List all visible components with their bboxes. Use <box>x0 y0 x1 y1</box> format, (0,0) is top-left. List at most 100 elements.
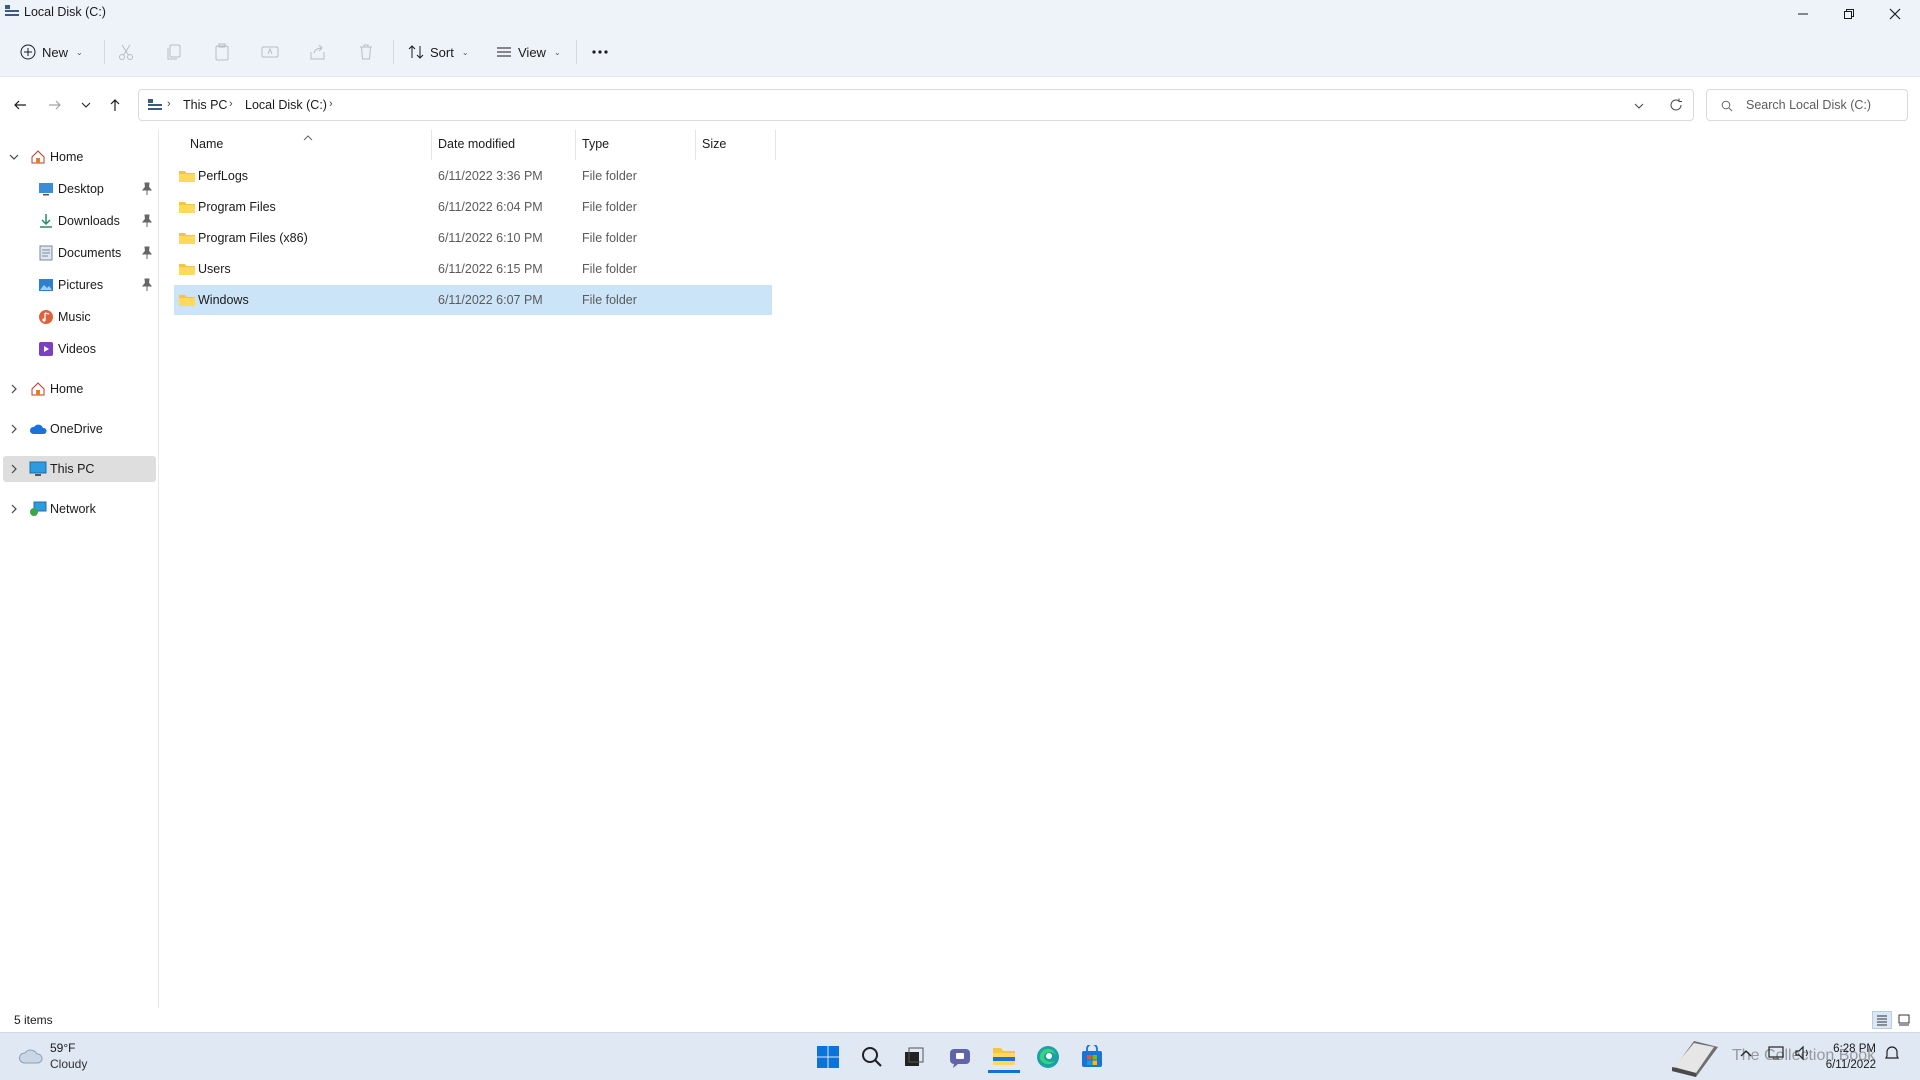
sidebar-item-home[interactable]: Home <box>0 144 156 170</box>
sidebar-item-desktop[interactable]: Desktop <box>0 176 156 202</box>
toolbar-divider <box>393 40 394 64</box>
sidebar-item-onedrive[interactable]: OneDrive <box>0 416 156 442</box>
chevron-down-icon[interactable] <box>8 150 20 164</box>
folder-icon <box>993 1047 1015 1065</box>
table-row[interactable]: Windows 6/11/2022 6:07 PM File folder <box>174 285 772 315</box>
sidebar-item-label: Home <box>50 382 84 396</box>
details-view-icon <box>1877 1015 1887 1026</box>
more-options-button[interactable] <box>590 42 610 62</box>
edge-browser-button[interactable] <box>1032 1041 1064 1073</box>
details-view-button[interactable] <box>1872 1011 1892 1029</box>
share-icon <box>310 44 325 60</box>
sidebar-item-label: OneDrive <box>50 422 103 436</box>
start-button[interactable] <box>812 1041 844 1073</box>
rename-button[interactable] <box>260 42 280 62</box>
file-date: 6/11/2022 3:36 PM <box>438 169 543 183</box>
sidebar-item-downloads[interactable]: Downloads <box>0 208 156 234</box>
documents-icon <box>37 244 55 262</box>
pin-icon[interactable] <box>141 246 153 260</box>
book-logo-icon <box>1668 1033 1720 1079</box>
search-button[interactable] <box>856 1041 888 1073</box>
view-button[interactable]: View ⌄ <box>496 36 561 68</box>
table-row[interactable]: Program Files (x86) 6/11/2022 6:10 PM Fi… <box>174 223 772 253</box>
copy-button[interactable] <box>164 42 184 62</box>
chevron-right-icon[interactable] <box>8 502 20 516</box>
sidebar-item-this-pc[interactable]: This PC <box>3 456 156 482</box>
forward-button[interactable] <box>43 93 67 117</box>
sort-label: Sort <box>430 44 454 60</box>
column-divider[interactable] <box>695 130 696 160</box>
table-row[interactable]: Program Files 6/11/2022 6:04 PM File fol… <box>174 192 772 222</box>
file-type: File folder <box>582 200 637 214</box>
folder-icon <box>179 264 195 275</box>
network-status-button[interactable] <box>1768 1045 1786 1064</box>
desktop-icon <box>37 180 55 198</box>
address-history-button[interactable] <box>1633 100 1645 112</box>
column-divider[interactable] <box>775 130 776 160</box>
breadcrumb-this-pc[interactable]: This PC <box>183 98 227 112</box>
cut-button[interactable] <box>116 42 136 62</box>
address-bar[interactable]: › This PC › Local Disk (C:) › <box>138 89 1694 121</box>
tiles-view-icon <box>1898 1014 1910 1026</box>
pin-icon[interactable] <box>141 278 153 292</box>
new-label: New <box>42 44 69 60</box>
chevron-right-icon[interactable] <box>8 382 20 396</box>
table-row[interactable]: PerfLogs 6/11/2022 3:36 PM File folder <box>174 161 772 191</box>
task-view-button[interactable] <box>898 1041 930 1073</box>
minimize-button[interactable] <box>1780 0 1826 28</box>
sidebar-item-music[interactable]: Music <box>0 304 156 330</box>
volume-icon <box>1795 1045 1808 1061</box>
column-divider[interactable] <box>431 130 432 160</box>
show-hidden-icons-button[interactable] <box>1740 1047 1752 1061</box>
this-pc-icon <box>148 99 162 110</box>
restore-button[interactable] <box>1826 0 1872 28</box>
sidebar-item-videos[interactable]: Videos <box>0 336 156 362</box>
weather-temp: 59°F <box>50 1041 76 1055</box>
pictures-icon <box>37 276 55 294</box>
up-button[interactable] <box>103 93 127 117</box>
file-explorer-taskbar-button[interactable] <box>988 1041 1020 1073</box>
store-button[interactable] <box>1076 1041 1108 1073</box>
tiles-view-button[interactable] <box>1894 1011 1914 1029</box>
paste-button[interactable] <box>212 42 232 62</box>
onedrive-icon <box>29 420 47 438</box>
chevron-right-icon[interactable] <box>8 422 20 436</box>
pin-icon[interactable] <box>141 214 153 228</box>
breadcrumb-local-disk[interactable]: Local Disk (C:) <box>245 98 327 112</box>
network-status-icon <box>1768 1046 1784 1060</box>
sidebar-item-label: This PC <box>50 462 95 476</box>
table-row[interactable]: Users 6/11/2022 6:15 PM File folder <box>174 254 772 284</box>
search-box[interactable]: Search Local Disk (C:) <box>1706 89 1908 121</box>
chevron-down-icon <box>1634 103 1644 109</box>
chat-button[interactable] <box>944 1041 976 1073</box>
sidebar-item-pictures[interactable]: Pictures <box>0 272 156 298</box>
share-button[interactable] <box>308 42 328 62</box>
arrow-left-icon <box>14 100 26 110</box>
view-label: View <box>518 44 546 60</box>
file-type: File folder <box>582 293 637 307</box>
file-explorer-icon <box>5 5 19 16</box>
clock[interactable]: 6:28 PM 6/11/2022 <box>1820 1041 1876 1073</box>
sidebar-item-home-root[interactable]: Home <box>0 376 156 402</box>
chevron-down-icon: ⌄ <box>553 47 561 57</box>
close-button[interactable] <box>1872 0 1918 28</box>
toolbar-divider <box>104 40 105 64</box>
delete-button[interactable] <box>356 42 376 62</box>
notification-center-button[interactable] <box>1884 1045 1900 1064</box>
sort-button[interactable]: Sort ⌄ <box>408 36 469 68</box>
recent-locations-button[interactable] <box>74 93 98 117</box>
column-divider[interactable] <box>575 130 576 160</box>
new-button[interactable]: New ⌄ <box>20 36 83 68</box>
home-icon <box>29 148 47 166</box>
volume-button[interactable] <box>1794 1045 1812 1064</box>
back-button[interactable] <box>8 93 32 117</box>
sidebar-item-documents[interactable]: Documents <box>0 240 156 266</box>
file-date: 6/11/2022 6:04 PM <box>438 200 543 214</box>
refresh-button[interactable] <box>1669 98 1683 112</box>
pin-icon[interactable] <box>141 182 153 196</box>
more-icon <box>592 50 608 54</box>
trash-icon <box>360 44 372 60</box>
sidebar-item-network[interactable]: Network <box>0 496 156 522</box>
chevron-right-icon[interactable] <box>8 462 20 476</box>
folder-icon <box>179 171 195 182</box>
